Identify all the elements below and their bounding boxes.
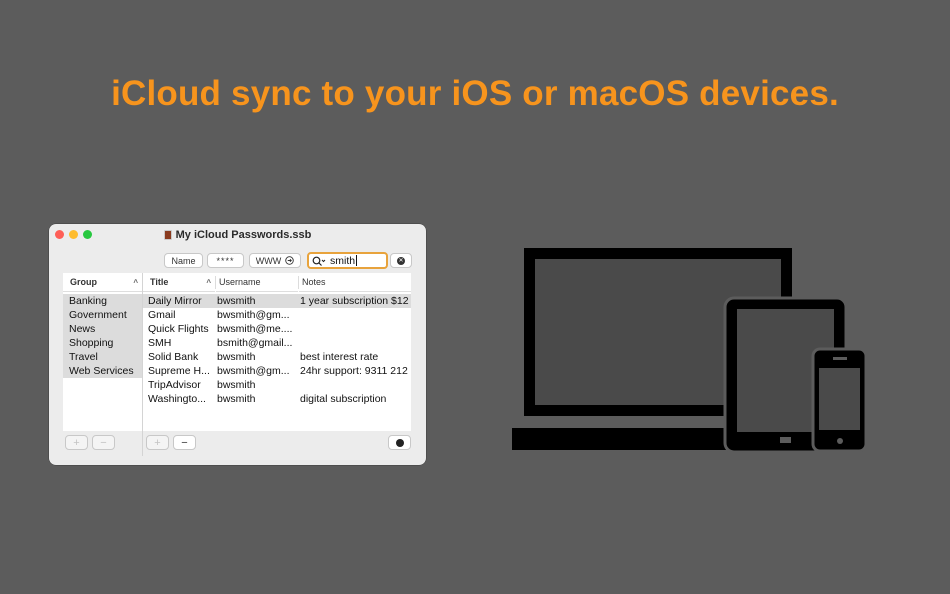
sort-ascending-icon: ^ (206, 278, 211, 287)
table-row[interactable]: SMH bsmith@gmail... (143, 336, 411, 350)
minimize-window-button[interactable] (69, 230, 78, 239)
row-notes: 1 year subscription $12 (300, 295, 409, 307)
remove-entry-label: − (181, 436, 188, 449)
notes-header-label: Notes (302, 277, 326, 287)
www-filter-button[interactable]: WWW (249, 253, 301, 268)
row-notes: 24hr support: 9311 212 (300, 365, 408, 377)
titlebar: My iCloud Passwords.ssb (49, 224, 426, 244)
group-item-banking[interactable]: Banking (63, 294, 142, 308)
table-row[interactable]: Supreme H... bwsmith@gm... 24hr support:… (143, 364, 411, 378)
bottom-bar: + − + − (63, 431, 411, 456)
search-field[interactable]: smith (307, 252, 388, 269)
window-title: My iCloud Passwords.ssb (175, 228, 312, 241)
row-notes: best interest rate (300, 351, 379, 363)
group-list: Banking Government News Shopping Travel … (63, 294, 142, 378)
row-title: Solid Bank (148, 351, 199, 363)
group-list-panel: Group ^ Banking Government News Shopping… (63, 273, 142, 431)
group-item-government[interactable]: Government (63, 308, 142, 322)
row-username: bwsmith@me.... (217, 323, 293, 335)
entries-table: Title ^ Username Notes Daily Mirror bwsm… (143, 273, 411, 431)
table-row[interactable]: TripAdvisor bwsmith (143, 378, 411, 392)
remove-entry-button[interactable]: − (173, 435, 196, 450)
row-title: Supreme H... (148, 365, 210, 377)
row-title: Gmail (148, 309, 176, 321)
table-row[interactable]: Quick Flights bwsmith@me.... (143, 322, 411, 336)
group-header-label: Group (70, 277, 97, 287)
table-row[interactable]: Daily Mirror bwsmith 1 year subscription… (143, 294, 411, 308)
username-header-label: Username (219, 277, 261, 287)
group-item-web-services[interactable]: Web Services (63, 364, 142, 378)
toolbar: Name **** WWW smith ✕ (49, 251, 426, 271)
row-title: SMH (148, 337, 172, 349)
maximize-window-button[interactable] (83, 230, 92, 239)
add-entry-label: + (154, 436, 161, 449)
text-caret (356, 255, 358, 266)
username-column-header[interactable]: Username (216, 273, 298, 292)
password-filter-button[interactable]: **** (207, 253, 244, 268)
add-group-label: + (73, 436, 80, 449)
notes-column-header[interactable]: Notes (299, 273, 411, 292)
document-icon (163, 229, 172, 240)
name-filter-button[interactable]: Name (164, 253, 203, 268)
app-window: My iCloud Passwords.ssb Name **** WWW sm… (49, 224, 426, 465)
group-column-header[interactable]: Group ^ (63, 273, 142, 292)
sort-ascending-icon: ^ (133, 278, 138, 287)
devices-illustration (512, 248, 868, 454)
magnifier-icon (395, 438, 404, 447)
table-row[interactable]: Gmail bwsmith@gm... (143, 308, 411, 322)
password-filter-label: **** (216, 255, 235, 266)
table-row[interactable]: Solid Bank bwsmith best interest rate (143, 350, 411, 364)
title-column-header[interactable]: Title ^ (143, 273, 215, 292)
window-controls (55, 230, 92, 239)
remove-group-button[interactable]: − (92, 435, 115, 450)
phone-icon (811, 347, 868, 453)
arrow-circle-icon (285, 256, 294, 265)
row-username: bwsmith@gm... (217, 309, 290, 321)
clear-circle-icon: ✕ (397, 256, 405, 265)
row-username: bwsmith@gm... (217, 365, 290, 377)
row-username: bwsmith (217, 393, 256, 405)
group-item-news[interactable]: News (63, 322, 142, 336)
row-username: bwsmith (217, 379, 256, 391)
window-title-wrap: My iCloud Passwords.ssb (163, 228, 312, 241)
row-username: bsmith@gmail... (217, 337, 293, 349)
headline: iCloud sync to your iOS or macOS devices… (111, 74, 839, 113)
search-value: smith (330, 254, 356, 267)
name-filter-label: Name (171, 255, 196, 266)
add-group-button[interactable]: + (65, 435, 88, 450)
title-header-label: Title (150, 277, 169, 287)
row-title: Washingto... (148, 393, 206, 405)
group-item-travel[interactable]: Travel (63, 350, 142, 364)
row-username: bwsmith (217, 295, 256, 307)
close-window-button[interactable] (55, 230, 64, 239)
search-icon (312, 256, 326, 266)
www-filter-label: WWW (255, 255, 282, 266)
table-row[interactable]: Washingto... bwsmith digital subscriptio… (143, 392, 411, 406)
entries-rows: Daily Mirror bwsmith 1 year subscription… (143, 294, 411, 406)
row-notes: digital subscription (300, 393, 387, 405)
row-title: Daily Mirror (148, 295, 202, 307)
group-item-shopping[interactable]: Shopping (63, 336, 142, 350)
row-title: Quick Flights (148, 323, 209, 335)
remove-group-label: − (100, 436, 107, 449)
inspect-entry-button[interactable] (388, 435, 411, 450)
row-title: TripAdvisor (148, 379, 201, 391)
row-username: bwsmith (217, 351, 256, 363)
clear-search-button[interactable]: ✕ (390, 253, 412, 268)
add-entry-button[interactable]: + (146, 435, 169, 450)
